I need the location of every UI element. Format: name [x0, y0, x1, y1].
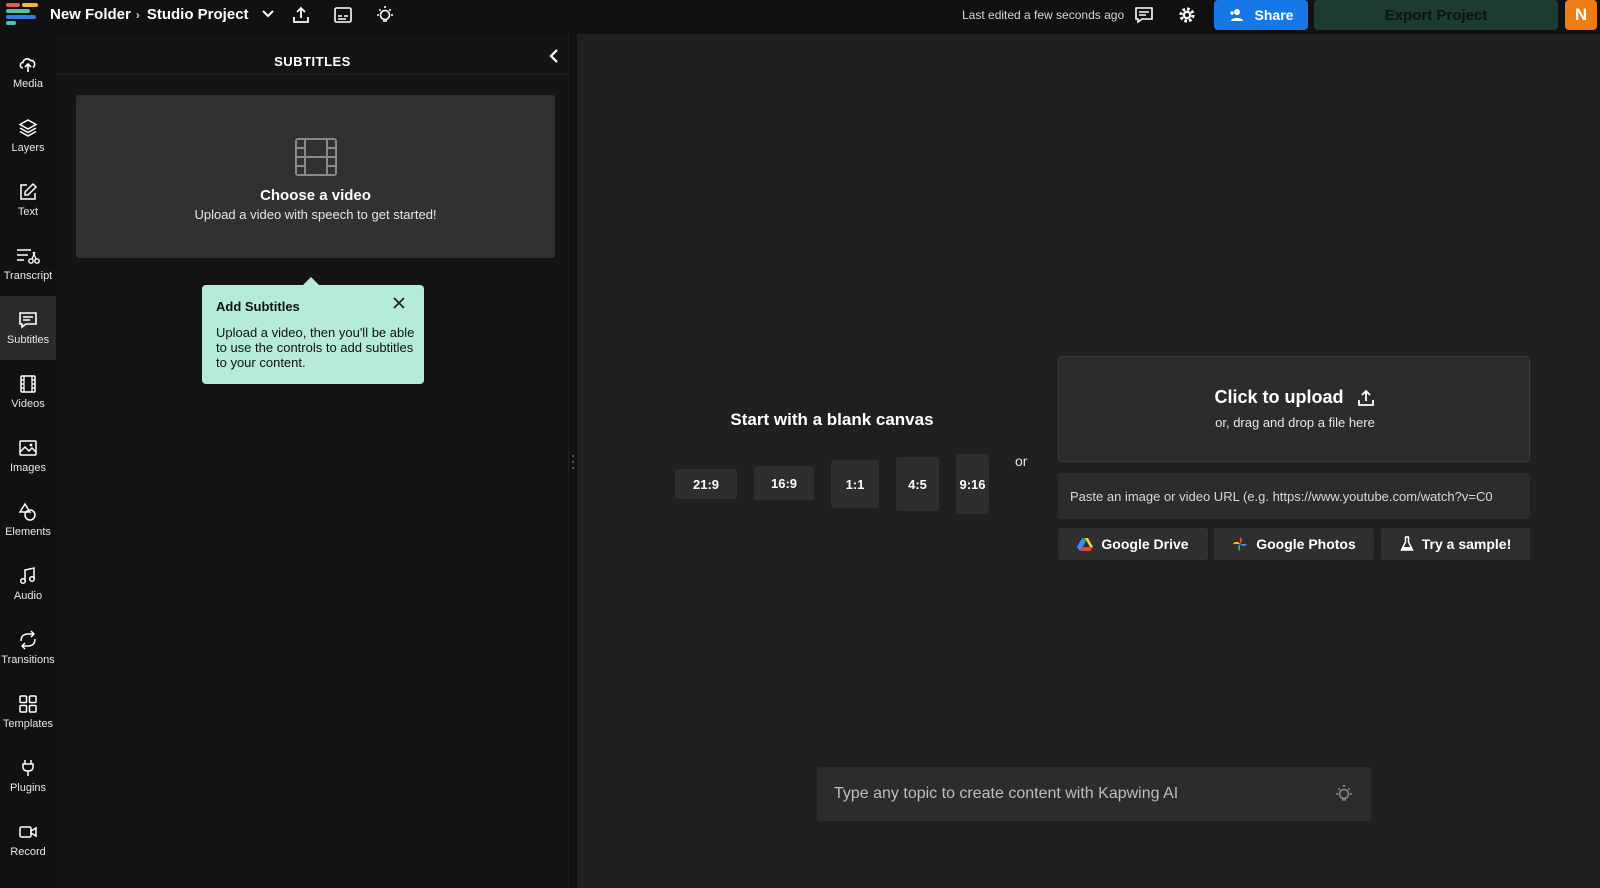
elements-icon: [18, 502, 36, 521]
upload-icon[interactable]: [290, 4, 312, 26]
sidebar-item-transitions[interactable]: Transitions: [0, 616, 56, 680]
project-title[interactable]: Studio Project: [147, 6, 249, 23]
plug-icon: [22, 760, 34, 776]
google-drive-button[interactable]: Google Drive: [1058, 528, 1208, 560]
sidebar-item-videos[interactable]: Videos: [0, 360, 56, 424]
or-separator: or: [1015, 453, 1028, 469]
sidebar-item-label: Subtitles: [6, 334, 50, 346]
sidebar-item-images[interactable]: Images: [0, 424, 56, 488]
sidebar-item-subtitles[interactable]: Subtitles: [0, 296, 56, 360]
sidebar-item-label: Transitions: [1, 654, 55, 666]
upload-dropzone[interactable]: Click to upload or, drag and drop a file…: [1058, 356, 1530, 462]
sidebar-item-label: Elements: [5, 526, 51, 538]
lightbulb-icon[interactable]: [1333, 783, 1355, 805]
comment-icon[interactable]: [1133, 4, 1155, 26]
sidebar-item-text[interactable]: Text: [0, 168, 56, 232]
avatar[interactable]: N: [1565, 0, 1597, 30]
camera-icon: [19, 826, 37, 838]
close-icon[interactable]: [391, 295, 407, 311]
sidebar-item-label: Audio: [13, 590, 43, 602]
add-subtitles-tooltip: Add Subtitles Upload a video, then you'l…: [202, 277, 424, 384]
sidebar-item-audio[interactable]: Audio: [0, 552, 56, 616]
collapse-panel-button[interactable]: [545, 46, 563, 66]
ratio-16-9-button[interactable]: 16:9: [754, 466, 814, 500]
last-edited-status: Last edited a few seconds ago: [962, 8, 1125, 22]
sidebar-item-templates[interactable]: Templates: [0, 680, 56, 744]
grid-icon: [19, 695, 37, 713]
image-icon: [19, 440, 37, 456]
sidebar-item-record[interactable]: Record: [0, 808, 56, 872]
sidebar-item-label: Transcript: [3, 270, 53, 282]
choose-video-card[interactable]: Choose a video Upload a video with speec…: [76, 95, 555, 258]
subtitle-icon[interactable]: [332, 4, 354, 26]
media-url-input[interactable]: [1058, 473, 1530, 519]
ai-prompt-bar: [817, 767, 1371, 821]
film-icon: [20, 375, 36, 393]
choose-video-subtitle: Upload a video with speech to get starte…: [194, 207, 437, 222]
text-edit-icon: [20, 182, 38, 200]
panel-resize-handle[interactable]: [571, 455, 575, 469]
sidebar-item-label: Layers: [11, 142, 45, 154]
sidebar-item-elements[interactable]: Elements: [0, 488, 56, 552]
sidebar-item-label: Plugins: [9, 782, 47, 794]
ratio-4-5-button[interactable]: 4:5: [896, 457, 939, 511]
kapwing-logo-icon[interactable]: [6, 3, 38, 27]
sidebar-item-label: Images: [9, 462, 47, 474]
sidebar-item-layers[interactable]: Layers: [0, 104, 56, 168]
google-drive-label: Google Drive: [1101, 536, 1189, 552]
tooltip-body: Upload a video, then you'll be able to u…: [216, 325, 415, 370]
blank-canvas-title: Start with a blank canvas: [730, 410, 934, 429]
gear-icon[interactable]: [1176, 4, 1198, 26]
breadcrumb: New Folder › Studio Project: [50, 6, 275, 23]
sidebar-item-label: Text: [17, 206, 39, 218]
media-upload-icon: [19, 58, 36, 72]
ai-prompt-input[interactable]: [817, 767, 1317, 821]
transitions-icon: [20, 630, 36, 650]
chevron-down-icon[interactable]: [261, 6, 275, 23]
google-drive-icon: [1077, 538, 1094, 551]
sidebar-item-label: Record: [10, 846, 46, 858]
export-project-button[interactable]: Export Project: [1314, 0, 1558, 30]
upload-title: Click to upload: [1214, 387, 1344, 407]
breadcrumb-separator: ›: [135, 7, 140, 22]
lightbulb-icon[interactable]: [374, 4, 396, 26]
music-note-icon: [19, 567, 36, 585]
tooltip-title: Add Subtitles: [216, 299, 300, 314]
sidebar-item-transcript[interactable]: Transcript: [0, 232, 56, 296]
transcript-icon: [17, 249, 40, 264]
share-label: Share: [1254, 7, 1294, 23]
sidebar-item-label: Videos: [11, 398, 45, 410]
sidebar-item-plugins[interactable]: Plugins: [0, 744, 56, 808]
try-sample-button[interactable]: Try a sample!: [1381, 528, 1530, 560]
breadcrumb-folder[interactable]: New Folder: [50, 6, 131, 23]
ratio-21-9-button[interactable]: 21:9: [675, 469, 737, 499]
layers-icon: [18, 119, 38, 137]
upload-title-row: Click to upload: [1059, 387, 1531, 408]
flask-icon: [1400, 536, 1414, 551]
try-sample-label: Try a sample!: [1421, 536, 1512, 552]
subtitles-icon: [19, 312, 37, 329]
google-photos-label: Google Photos: [1256, 536, 1356, 552]
sidebar-item-label: Templates: [2, 718, 54, 730]
subtitles-panel: SUBTITLES Choose a video Upload a video …: [56, 34, 569, 888]
ratio-9-16-button[interactable]: 9:16: [956, 454, 989, 514]
export-label: Export Project: [1384, 6, 1488, 24]
upload-subtitle: or, drag and drop a file here: [1215, 415, 1375, 430]
upload-icon: [1357, 389, 1374, 406]
top-bar: New Folder › Studio Project Last edited …: [0, 0, 1600, 30]
sidebar-item-media[interactable]: Media: [0, 40, 56, 104]
panel-divider: [56, 74, 569, 75]
ratio-1-1-button[interactable]: 1:1: [831, 460, 879, 508]
sidebar-item-label: Media: [13, 78, 43, 90]
avatar-initial: N: [1574, 5, 1588, 24]
panel-title: SUBTITLES: [274, 54, 351, 69]
film-strip-icon: [295, 138, 337, 176]
add-user-icon: [1229, 9, 1243, 21]
chevron-left-icon: [549, 49, 558, 63]
google-photos-button[interactable]: Google Photos: [1214, 528, 1374, 560]
share-button[interactable]: Share: [1214, 0, 1308, 30]
left-nav: Media Layers Text Transcript Subtitles V…: [0, 34, 56, 888]
google-photos-icon: [1233, 537, 1248, 551]
choose-video-title: Choose a video: [260, 187, 371, 204]
